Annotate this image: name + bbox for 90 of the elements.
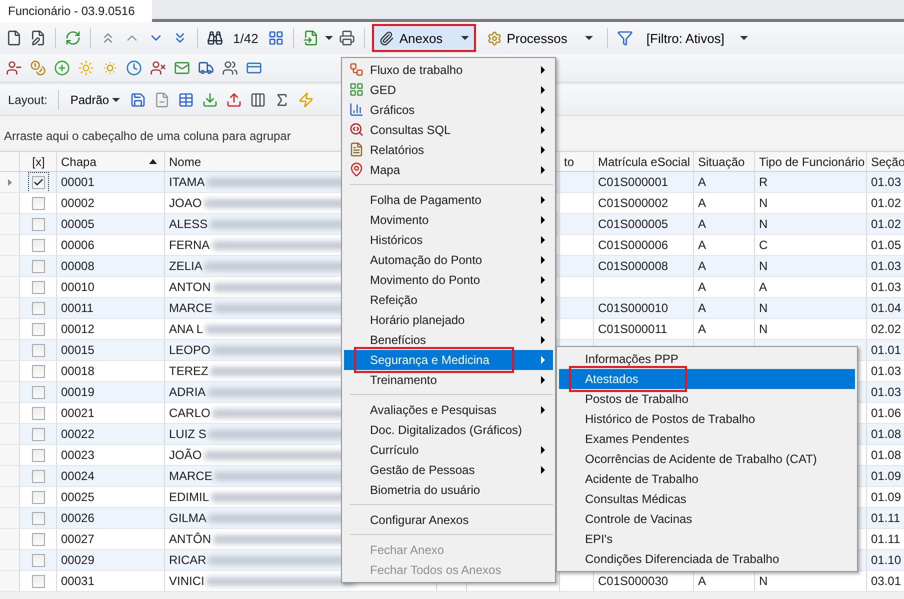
table-cell: N [759, 259, 768, 273]
table-cell: A [759, 280, 768, 294]
table-cell: 00002 [61, 196, 94, 210]
table-cell: N [759, 322, 768, 336]
table-cell: 01.11 [871, 511, 900, 525]
table-cell: ANTON [169, 280, 211, 294]
table-cell: 00001 [61, 175, 94, 189]
table-cell: 00019 [61, 385, 94, 399]
record-counter: 1/42 [232, 30, 260, 46]
table-cell: C01S000030 [598, 574, 668, 588]
table-cell: MARCE [169, 301, 212, 315]
table-cell: C01S000002 [598, 196, 668, 210]
table-cell: 01.09 [871, 469, 902, 483]
table-cell: 01.11 [871, 532, 900, 546]
table-cell: VINICI [169, 574, 204, 588]
table-cell: 00025 [61, 490, 94, 504]
table-cell: 00018 [61, 364, 94, 378]
table-cell: 00015 [61, 343, 94, 357]
table-cell: 00029 [61, 553, 94, 567]
table-cell: JOAO [169, 196, 202, 210]
table-cell: 00023 [61, 448, 94, 462]
layout-label: Layout: [7, 93, 48, 107]
table-cell: N [759, 217, 768, 231]
table-cell: 01.08 [871, 427, 902, 441]
table-cell: A [698, 301, 706, 315]
table-cell: 01.03 [871, 280, 902, 294]
table-cell: MARCE [169, 469, 212, 483]
table-cell: 00031 [61, 574, 94, 588]
table-cell: N [759, 574, 768, 588]
table-cell: A [698, 196, 706, 210]
table-cell: LEOPO [169, 343, 210, 357]
table-cell: 00006 [61, 238, 94, 252]
table-cell: 01.03 [871, 259, 902, 273]
table-cell: 00024 [61, 469, 94, 483]
table-cell: JOÃO [169, 448, 202, 462]
table-cell: 00027 [61, 532, 94, 546]
table-cell: A [698, 259, 706, 273]
table-cell: A [698, 217, 706, 231]
table-cell: 00012 [61, 322, 94, 336]
table-cell: 00005 [61, 217, 94, 231]
table-cell: A [698, 280, 706, 294]
table-cell: C [759, 238, 768, 252]
table-cell: ITAMA [169, 175, 205, 189]
table-cell: FERNA [169, 238, 210, 252]
table-cell: CARLO [169, 406, 210, 420]
table-cell: ALESS [169, 217, 208, 231]
table-cell: ANA L [169, 322, 204, 336]
table-cell: TEREZ [169, 364, 208, 378]
table-cell: 00021 [61, 406, 94, 420]
table-cell: C01S000006 [598, 238, 668, 252]
group-by-hint: Arraste aqui o cabeçalho de uma coluna para agrupar [4, 128, 291, 142]
table-cell: C01S000010 [598, 301, 668, 315]
table-cell: ADRIA [169, 385, 206, 399]
table-cell: 01.09 [871, 490, 902, 504]
table-cell: 00026 [61, 511, 94, 525]
table-cell: C01S000011 [598, 322, 668, 336]
table-cell: ANTÔN [169, 532, 211, 546]
table-cell: A [698, 238, 706, 252]
table-cell: 01.03 [871, 364, 902, 378]
table-cell: ZELIA [169, 259, 202, 273]
table-cell: 00010 [61, 280, 94, 294]
table-cell: 03.01 [871, 574, 902, 588]
table-cell: 02.02 [871, 322, 902, 336]
table-cell: C01S000001 [598, 175, 668, 189]
table-cell: 00022 [61, 427, 94, 441]
table-cell: 01.10 [871, 553, 902, 567]
table-cell: GILMA [169, 511, 206, 525]
table-cell: 01.03 [871, 385, 902, 399]
table-cell: 01.01 [871, 343, 902, 357]
table-cell: A [698, 322, 706, 336]
table-cell: 00011 [61, 301, 94, 315]
table-cell: 01.08 [871, 448, 902, 462]
table-cell: N [759, 301, 768, 315]
tab-title: Funcionário - 03.9.0516 [8, 4, 135, 18]
table-cell: C01S000008 [598, 259, 668, 273]
table-cell: LUIZ S [169, 427, 206, 441]
table-cell: EDIMIL [169, 490, 210, 504]
table-cell: A [698, 175, 706, 189]
table-cell: 01.02 [871, 196, 902, 210]
table-cell: RICAR [169, 553, 206, 567]
table-cell: 01.02 [871, 217, 902, 231]
table-cell: C01S000005 [598, 217, 668, 231]
table-cell: 01.04 [871, 301, 902, 315]
table-cell: 01.05 [871, 238, 902, 252]
table-cell: A [698, 574, 706, 588]
table-cell: 01.06 [871, 406, 902, 420]
table-cell: R [759, 175, 768, 189]
table-cell: 00008 [61, 259, 94, 273]
table-cell: 01.03 [871, 175, 902, 189]
table-cell: N [759, 196, 768, 210]
